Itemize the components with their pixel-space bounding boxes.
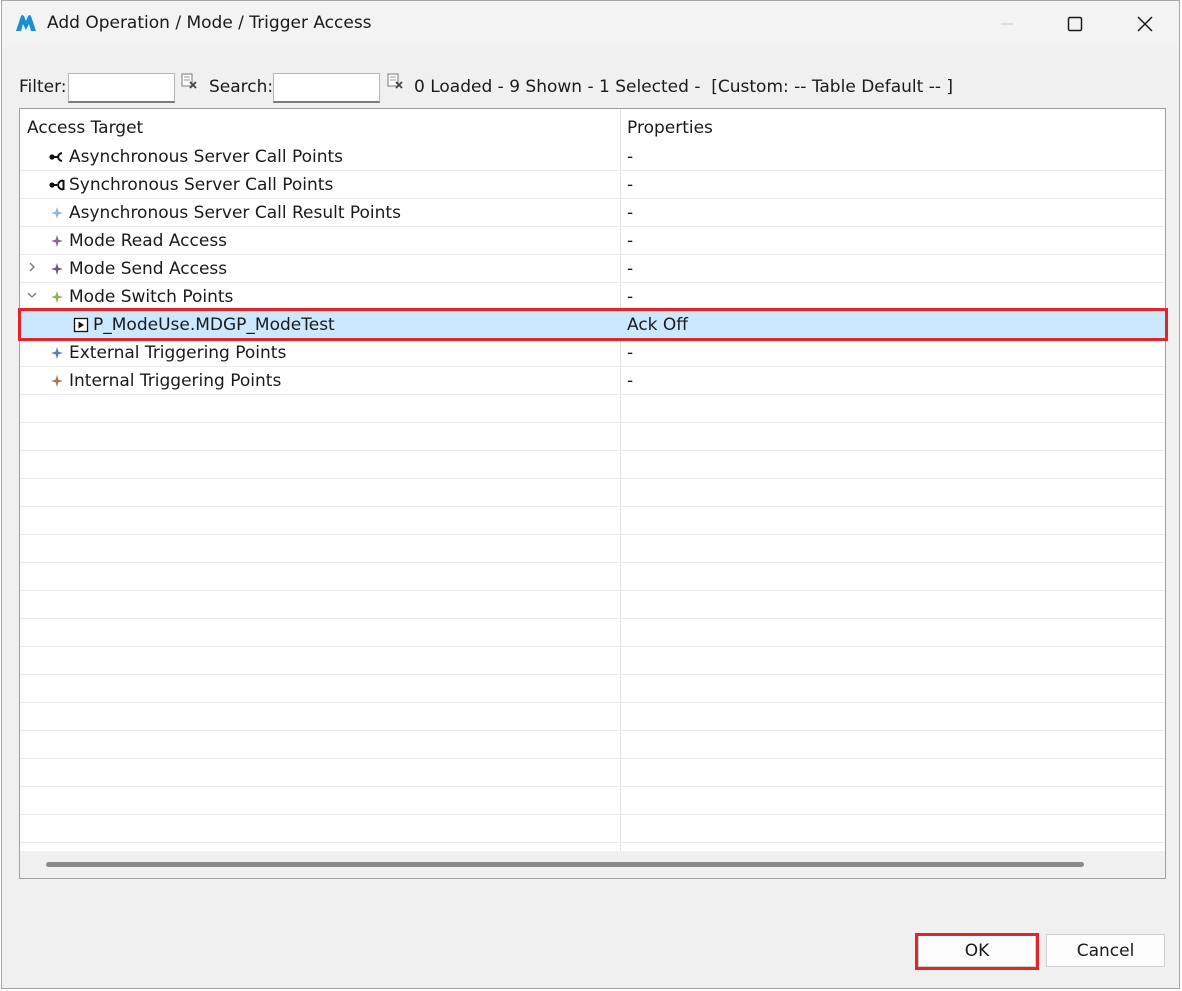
access-target-label: Internal Triggering Points: [69, 371, 282, 391]
column-header-properties[interactable]: Properties: [627, 118, 713, 138]
properties-value[interactable]: -: [627, 259, 633, 279]
clear-filter-icon[interactable]: [181, 73, 197, 89]
empty-row: [20, 535, 1165, 563]
empty-row: [20, 647, 1165, 675]
empty-row: [20, 423, 1165, 451]
column-header-access-target[interactable]: Access Target: [27, 118, 143, 138]
table-row[interactable]: External Triggering Points -: [20, 339, 1165, 367]
table-row[interactable]: Mode Switch Points -: [20, 283, 1165, 311]
dialog-window: Add Operation / Mode / Trigger Access Fi…: [1, 0, 1180, 989]
window-title: Add Operation / Mode / Trigger Access: [47, 13, 372, 33]
cancel-button[interactable]: Cancel: [1046, 934, 1165, 967]
properties-value[interactable]: -: [627, 203, 633, 223]
table-header: Access Target Properties: [20, 109, 1165, 142]
properties-value[interactable]: -: [627, 175, 633, 195]
access-target-label: Mode Send Access: [69, 259, 228, 279]
filter-label: Filter:: [19, 77, 67, 97]
selected-row-highlight: [18, 308, 1168, 341]
expand-arrow-down-icon[interactable]: [26, 288, 38, 302]
empty-row: [20, 563, 1165, 591]
sync-server-call-icon: [49, 177, 65, 193]
minimize-button[interactable]: [984, 1, 1030, 47]
empty-row: [20, 507, 1165, 535]
filter-input[interactable]: [68, 73, 175, 103]
properties-value[interactable]: -: [627, 147, 633, 167]
table-row[interactable]: Asynchronous Server Call Result Points -: [20, 199, 1165, 227]
table-row[interactable]: Synchronous Server Call Points -: [20, 171, 1165, 199]
access-target-label: Asynchronous Server Call Result Points: [69, 203, 401, 223]
properties-value[interactable]: -: [627, 343, 633, 363]
internal-trigger-icon: [49, 373, 65, 389]
minimize-icon: [1001, 23, 1013, 25]
scrollbar-thumb[interactable]: [46, 862, 1084, 867]
empty-row: [20, 703, 1165, 731]
search-label: Search:: [209, 77, 274, 97]
access-target-label: Synchronous Server Call Points: [69, 175, 334, 195]
title-bar: Add Operation / Mode / Trigger Access: [2, 1, 1179, 47]
clear-search-icon[interactable]: [387, 73, 403, 89]
mode-read-icon: [49, 233, 65, 249]
empty-row: [20, 731, 1165, 759]
access-table: Access Target Properties Asynchronous Se…: [19, 108, 1166, 879]
empty-row: [20, 815, 1165, 843]
empty-row: [20, 451, 1165, 479]
ok-button-highlight: [915, 933, 1039, 970]
async-server-call-icon: [49, 149, 65, 165]
empty-row: [20, 479, 1165, 507]
app-logo-icon: [16, 15, 36, 31]
empty-row: [20, 591, 1165, 619]
expand-arrow-right-icon[interactable]: [26, 260, 38, 274]
properties-value[interactable]: -: [627, 231, 633, 251]
empty-row: [20, 759, 1165, 787]
empty-row: [20, 787, 1165, 815]
mode-switch-icon: [49, 289, 65, 305]
close-icon: [1137, 16, 1153, 32]
access-target-label: Mode Read Access: [69, 231, 228, 251]
empty-row: [20, 395, 1165, 423]
maximize-icon: [1067, 16, 1083, 32]
status-text: 0 Loaded - 9 Shown - 1 Selected - [Custo…: [414, 77, 954, 97]
empty-row: [20, 619, 1165, 647]
filter-toolbar: Filter: Search: 0 Loaded - 9 Shown - 1 S…: [2, 69, 1179, 105]
table-row[interactable]: Mode Send Access -: [20, 255, 1165, 283]
search-input[interactable]: [273, 73, 380, 103]
table-row[interactable]: Internal Triggering Points -: [20, 367, 1165, 395]
external-trigger-icon: [49, 345, 65, 361]
maximize-button[interactable]: [1052, 1, 1098, 47]
properties-value[interactable]: -: [627, 287, 633, 307]
table-row[interactable]: Mode Read Access -: [20, 227, 1165, 255]
mode-send-icon: [49, 261, 65, 277]
empty-row: [20, 675, 1165, 703]
access-target-label: External Triggering Points: [69, 343, 287, 363]
access-target-label: Mode Switch Points: [69, 287, 234, 307]
result-point-icon: [49, 205, 65, 221]
close-button[interactable]: [1122, 1, 1168, 47]
access-target-label: Asynchronous Server Call Points: [69, 147, 344, 167]
table-row[interactable]: Asynchronous Server Call Points -: [20, 143, 1165, 171]
horizontal-scrollbar[interactable]: [20, 851, 1165, 878]
properties-value[interactable]: -: [627, 371, 633, 391]
